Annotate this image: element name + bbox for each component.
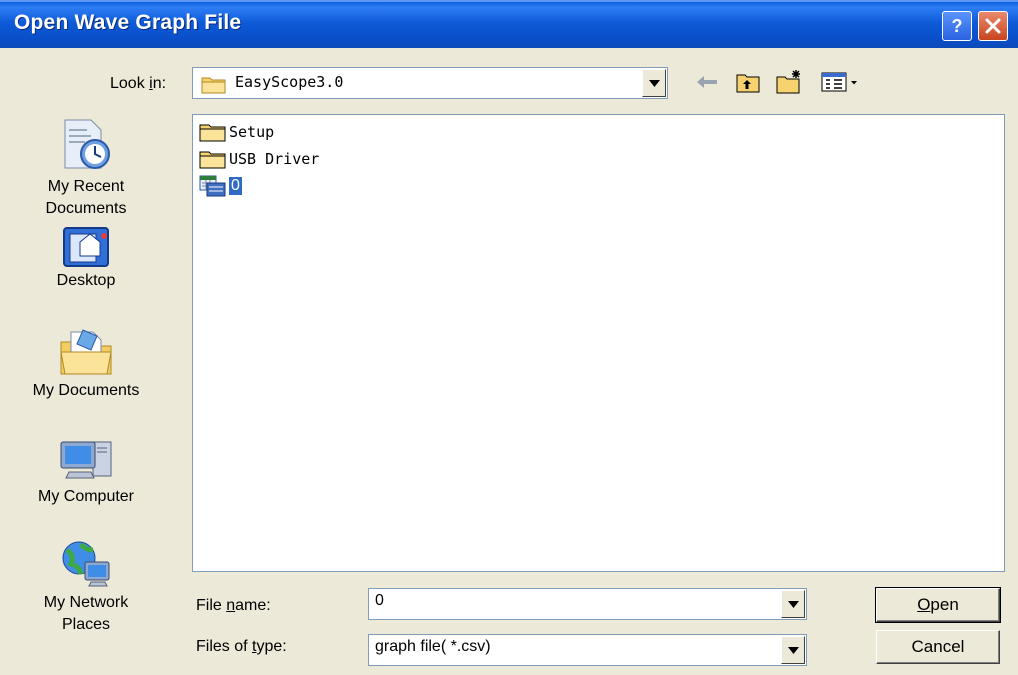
recent-documents-icon: [64, 119, 110, 169]
place-label: My Network Places: [43, 594, 129, 633]
file-name-label: File name:: [196, 597, 271, 614]
file-list[interactable]: Setup USB Driver 0: [192, 114, 1005, 572]
look-in-value: EasyScope3.0: [235, 73, 344, 91]
help-icon: ?: [952, 16, 963, 36]
place-my-network-places[interactable]: My Network Places: [20, 538, 152, 636]
place-my-computer[interactable]: My Computer: [20, 436, 152, 508]
list-item[interactable]: USB Driver: [199, 148, 319, 170]
chevron-down-icon: [648, 79, 660, 87]
list-item[interactable]: Setup: [199, 121, 274, 143]
file-type-label: Files of type:: [196, 638, 287, 655]
cancel-button[interactable]: Cancel: [876, 630, 1000, 664]
back-button[interactable]: [694, 68, 720, 96]
close-icon: [985, 18, 1001, 34]
folder-icon: [199, 151, 226, 169]
look-in-label: Look in:: [110, 75, 167, 92]
file-name-input[interactable]: 0: [368, 588, 807, 620]
close-button[interactable]: [978, 11, 1008, 41]
title-bar: Open Wave Graph File ?: [0, 0, 1018, 48]
folder-icon: [199, 124, 226, 142]
csv-file-icon: [199, 175, 226, 197]
look-in-dropdown[interactable]: EasyScope3.0: [192, 67, 668, 99]
chevron-down-icon: [787, 646, 799, 654]
back-arrow-icon: [697, 76, 717, 88]
file-name-dropdown-arrow[interactable]: [781, 590, 805, 618]
desktop-icon: [63, 227, 109, 267]
new-folder-icon: [776, 70, 800, 94]
network-places-icon: [62, 541, 110, 587]
view-menu-icon: [821, 72, 857, 92]
place-recent-documents[interactable]: My Recent Documents: [20, 116, 152, 220]
file-name-value: 0: [375, 592, 384, 609]
place-my-documents[interactable]: My Documents: [20, 326, 152, 402]
list-item-selected[interactable]: 0: [199, 175, 242, 197]
file-name: USB Driver: [229, 150, 320, 168]
open-button[interactable]: Open: [875, 587, 1001, 623]
file-name: Setup: [229, 123, 275, 141]
chevron-down-icon: [787, 600, 799, 608]
new-folder-button[interactable]: [774, 68, 804, 96]
file-name: 0: [229, 177, 242, 195]
place-label: My Documents: [32, 382, 140, 399]
up-folder-icon: [736, 74, 760, 93]
look-in-dropdown-arrow[interactable]: [642, 69, 666, 97]
up-folder-button[interactable]: [734, 68, 762, 96]
place-label: My Recent Documents: [45, 178, 127, 217]
folder-icon: [201, 77, 226, 94]
place-desktop[interactable]: Desktop: [20, 226, 152, 292]
help-button[interactable]: ?: [942, 11, 972, 41]
file-type-value: graph file( *.csv): [375, 638, 491, 655]
file-type-dropdown-arrow[interactable]: [781, 636, 805, 664]
place-label: Desktop: [56, 272, 116, 289]
my-computer-icon: [60, 441, 112, 479]
svg-text:?: ?: [952, 16, 963, 36]
window-title: Open Wave Graph File: [14, 11, 242, 34]
my-documents-icon: [60, 329, 112, 375]
place-label: My Computer: [37, 488, 135, 505]
file-type-dropdown[interactable]: graph file( *.csv): [368, 634, 807, 666]
view-menu-button[interactable]: [818, 68, 862, 96]
